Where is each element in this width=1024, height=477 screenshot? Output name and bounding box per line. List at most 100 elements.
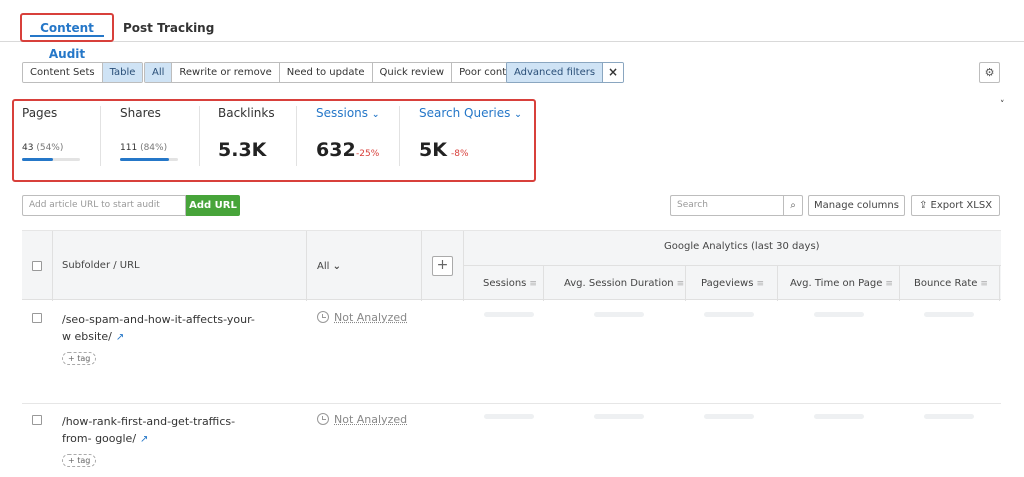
row-url[interactable]: /seo-spam-and-how-it-affects-your-w ebsi… [62,311,262,346]
column-header-avg-time-on-page[interactable]: Avg. Time on Page ≡ [790,278,893,289]
clear-filters-button[interactable]: × [603,63,624,82]
column-divider [421,231,422,301]
column-divider [52,231,53,301]
export-xlsx-button[interactable]: ⇪ Export XLSX [911,195,1000,216]
add-tag-button[interactable]: + tag [62,454,97,467]
column-header-bounce-rate[interactable]: Bounce Rate ≡ [914,278,988,289]
content-filter-group: All Rewrite or remove Need to update Qui… [144,62,531,83]
loading-placeholder [594,312,644,317]
metric-sessions-dropdown[interactable]: Sessions ⌄ [316,106,379,120]
row-status: Not Analyzed [317,413,407,426]
metric-queries-dropdown[interactable]: Search Queries ⌄ [419,106,522,120]
row-url-text: /how-rank-first-and-get-traffics-from- g… [62,415,236,445]
metric-sessions-title: Sessions [316,106,369,120]
loading-placeholder [924,414,974,419]
google-analytics-group-header: Google Analytics (last 30 days) [664,241,820,252]
view-table-button[interactable]: Table [102,63,143,82]
column-header-pageviews[interactable]: Pageviews ≡ [701,278,764,289]
filter-need-update-button[interactable]: Need to update [279,63,373,82]
tab-content-audit-label: Content Audit [40,21,94,61]
add-url-button[interactable]: Add URL [186,195,240,216]
filter-all-button[interactable]: All [145,63,173,82]
loading-placeholder [594,414,644,419]
column-divider [899,265,900,301]
column-divider [463,231,464,301]
metric-divider [399,106,400,166]
metric-shares-value: 111 (84%) [120,143,167,153]
clock-icon [317,413,329,425]
view-content-sets-button[interactable]: Content Sets [23,63,103,82]
shares-count: 111 [120,143,138,153]
column-header-avg-session-duration[interactable]: Avg. Session Duration ≡ [564,278,684,289]
chevron-down-icon: ⌄ [371,110,380,120]
metric-backlinks: Backlinks 5.3K [218,101,298,180]
pageviews-header-label: Pageviews [701,278,754,289]
column-header-url: Subfolder / URL [62,260,140,271]
column-divider [306,231,307,301]
manage-columns-button[interactable]: Manage columns [808,195,905,216]
search-input[interactable]: Search [670,195,783,216]
table-row: /seo-spam-and-how-it-affects-your-w ebsi… [22,311,1001,391]
add-tag-button[interactable]: + tag [62,352,97,365]
row-status: Not Analyzed [317,311,407,324]
active-tab-underline [30,35,104,37]
summary-metrics-panel: Pages 43 (54%) Shares 111 (84%) Backlink… [12,99,536,182]
shares-progress-fill [120,158,169,161]
row-checkbox[interactable] [32,313,42,323]
search-button[interactable]: ⌕ [783,195,803,216]
filter-rewrite-button[interactable]: Rewrite or remove [172,63,280,82]
loading-placeholder [814,414,864,419]
avg-session-duration-header-label: Avg. Session Duration [564,278,674,289]
metric-divider [100,106,101,166]
metric-sessions-delta: -25% [356,149,380,159]
metric-divider [296,106,297,166]
external-link-icon[interactable]: ↗ [140,434,148,445]
sort-icon: ≡ [756,279,764,289]
row-checkbox[interactable] [32,415,42,425]
select-all-checkbox[interactable] [32,261,42,271]
loading-placeholder [924,312,974,317]
metric-queries-value: 5K [419,139,447,161]
metric-shares-title: Shares [120,106,161,120]
sessions-header-label: Sessions [483,278,527,289]
row-status-label: Not Analyzed [334,413,408,426]
filter-quick-review-button[interactable]: Quick review [372,63,453,82]
avg-time-on-page-header-label: Avg. Time on Page [790,278,883,289]
loading-placeholder [704,414,754,419]
search-icon: ⌕ [790,200,796,211]
metric-search-queries: Search Queries ⌄ 5K -8% [419,101,529,180]
bounce-rate-header-label: Bounce Rate [914,278,978,289]
advanced-filters-button[interactable]: Advanced filters [507,63,604,82]
column-divider [685,265,686,301]
row-divider [22,403,1001,404]
pages-percent: (54%) [36,143,64,153]
metric-sessions: Sessions ⌄ 632 -25% [316,101,406,180]
export-icon: ⇪ [918,200,928,211]
tab-bar: Content Audit Post Tracking [0,0,1024,61]
tab-content-audit[interactable]: Content Audit [20,13,114,61]
column-divider [777,265,778,301]
metric-pages-title: Pages [22,106,58,120]
metric-divider [199,106,200,166]
status-filter-dropdown[interactable]: All ⌄ [317,261,341,272]
sort-icon: ≡ [676,279,685,289]
metric-pages-value: 43 (54%) [22,143,63,153]
add-article-url-input[interactable]: Add article URL to start audit [22,195,186,216]
chevron-down-icon[interactable]: ˅ [1000,100,1005,110]
settings-button[interactable]: ⚙ [979,62,1000,83]
export-xlsx-label: Export XLSX [930,200,993,211]
column-header-sessions[interactable]: Sessions ≡ [483,278,537,289]
shares-progress-bar [120,158,178,161]
metric-queries-delta: -8% [451,149,469,159]
sort-icon: ≡ [885,279,893,289]
external-link-icon[interactable]: ↗ [116,332,124,343]
loading-placeholder [484,414,534,419]
row-url[interactable]: /how-rank-first-and-get-traffics-from- g… [62,413,262,448]
add-column-button[interactable]: + [432,256,453,276]
pages-count: 43 [22,143,34,153]
tab-post-tracking[interactable]: Post Tracking [123,21,214,35]
metric-queries-title: Search Queries [419,106,511,120]
column-divider [543,265,544,301]
loading-placeholder [484,312,534,317]
metric-sessions-value: 632 [316,139,356,161]
